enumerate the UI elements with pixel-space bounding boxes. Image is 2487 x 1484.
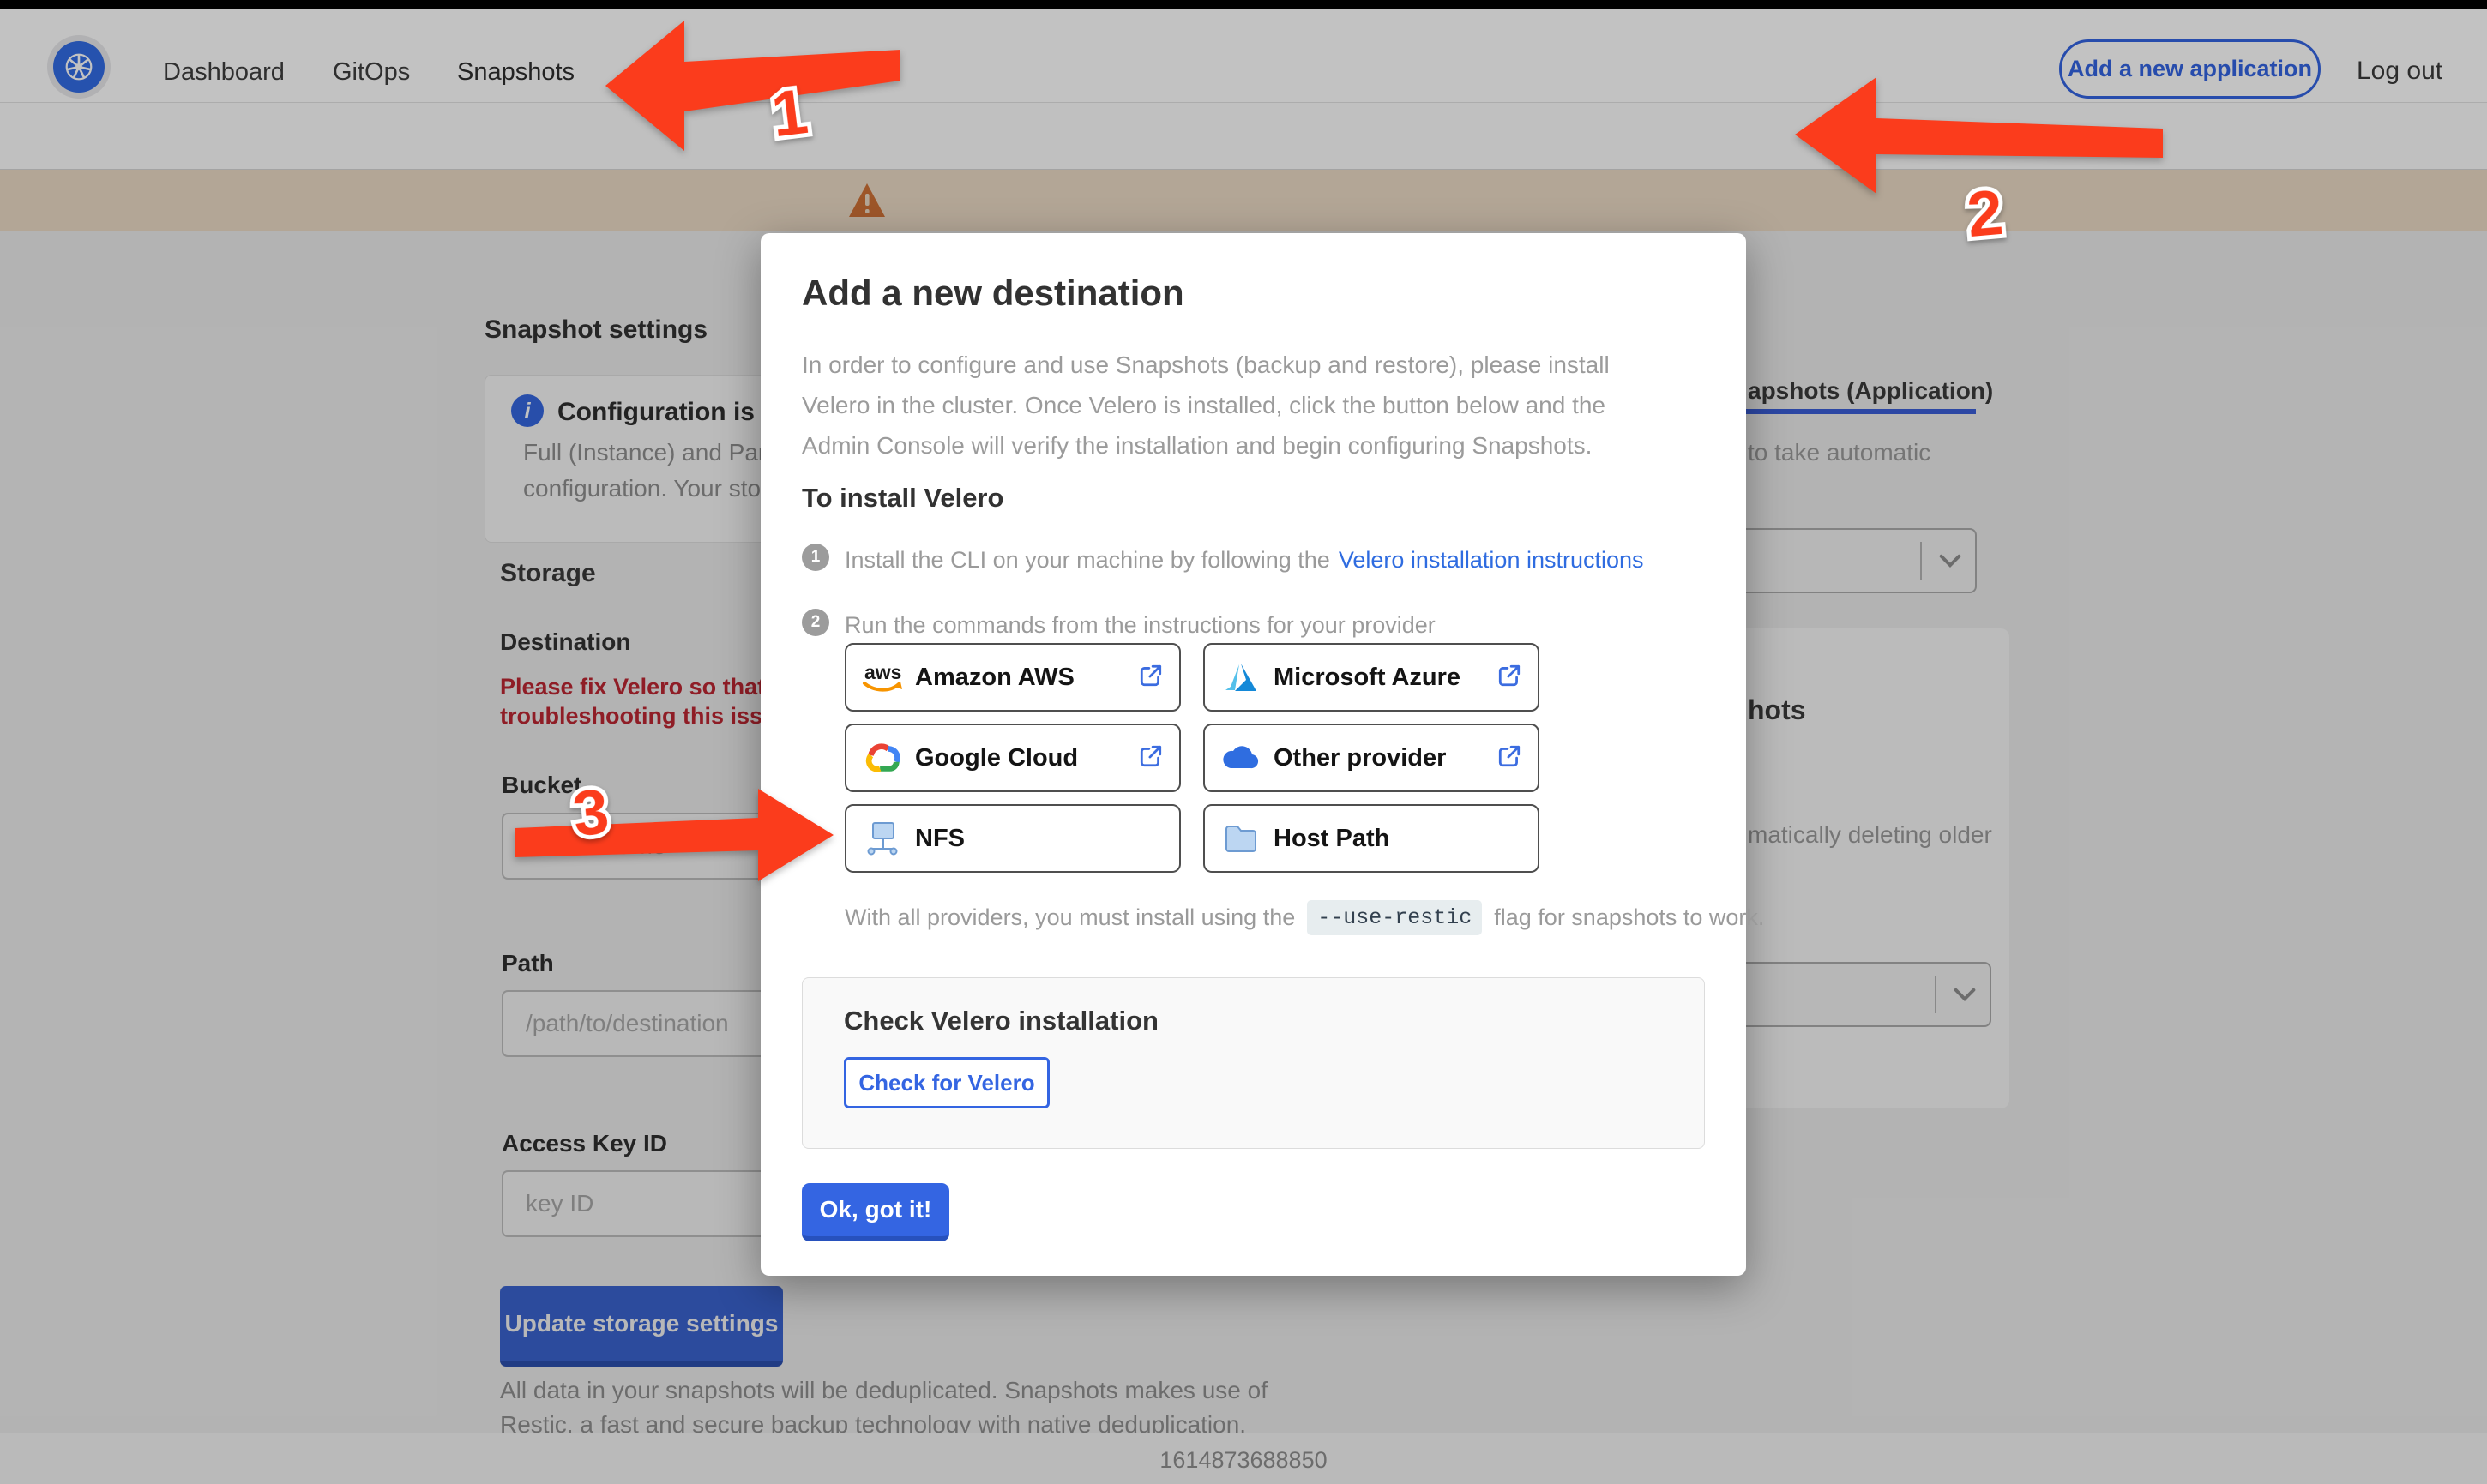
step-2-badge: 2 (802, 609, 829, 636)
external-link-icon (1496, 743, 1522, 773)
folder-icon (1220, 821, 1262, 856)
modal-intro-text: In order to configure and use Snapshots … (802, 351, 1610, 379)
provider-button-microsoft-azure[interactable]: Microsoft Azure (1203, 643, 1539, 712)
aws-logo-icon: aws (862, 660, 903, 694)
external-link-icon (1138, 743, 1164, 773)
restic-note-suffix: flag for snapshots to work. (1494, 904, 1764, 931)
check-for-velero-button[interactable]: Check for Velero (844, 1057, 1050, 1108)
provider-button-nfs[interactable]: NFS (845, 804, 1181, 873)
azure-logo-icon (1220, 660, 1262, 694)
google-cloud-logo-icon (862, 741, 903, 775)
provider-label: Host Path (1274, 825, 1389, 853)
modal-title: Add a new destination (802, 273, 1184, 314)
cloud-icon (1220, 741, 1262, 775)
step-1-badge: 1 (802, 544, 829, 571)
ok-got-it-button[interactable]: Ok, got it! (802, 1183, 949, 1241)
step-1-label: Install the CLI on your machine by follo… (845, 547, 1330, 573)
provider-button-amazon-aws[interactable]: aws Amazon AWS (845, 643, 1181, 712)
external-link-icon (1138, 663, 1164, 693)
provider-button-host-path[interactable]: Host Path (1203, 804, 1539, 873)
restic-note: With all providers, you must install usi… (845, 900, 1764, 935)
step-1-text: Install the CLI on your machine by follo… (845, 547, 1644, 574)
provider-label: Amazon AWS (915, 664, 1075, 692)
provider-label: Microsoft Azure (1274, 664, 1460, 692)
use-restic-flag-code: --use-restic (1307, 900, 1482, 935)
modal-intro-text: Admin Console will verify the installati… (802, 432, 1592, 460)
provider-label: NFS (915, 825, 965, 853)
add-destination-modal: Add a new destination In order to config… (761, 233, 1746, 1276)
admin-console-app: Dashboard GitOps Snapshots Add a new app… (0, 0, 2487, 1484)
nfs-server-icon (862, 820, 903, 856)
provider-button-other-provider[interactable]: Other provider (1203, 724, 1539, 792)
check-velero-heading: Check Velero installation (844, 1006, 1159, 1036)
install-velero-heading: To install Velero (802, 483, 1003, 514)
step-2-text: Run the commands from the instructions f… (845, 612, 1436, 639)
check-velero-section: Check Velero installation Check for Vele… (802, 977, 1705, 1149)
svg-text:aws: aws (864, 661, 901, 683)
restic-note-prefix: With all providers, you must install usi… (845, 904, 1295, 931)
modal-intro-text: Velero in the cluster. Once Velero is in… (802, 392, 1605, 419)
provider-button-google-cloud[interactable]: Google Cloud (845, 724, 1181, 792)
velero-install-instructions-link[interactable]: Velero installation instructions (1339, 547, 1644, 573)
provider-label: Google Cloud (915, 744, 1078, 772)
external-link-icon (1496, 663, 1522, 693)
provider-label: Other provider (1274, 744, 1446, 772)
